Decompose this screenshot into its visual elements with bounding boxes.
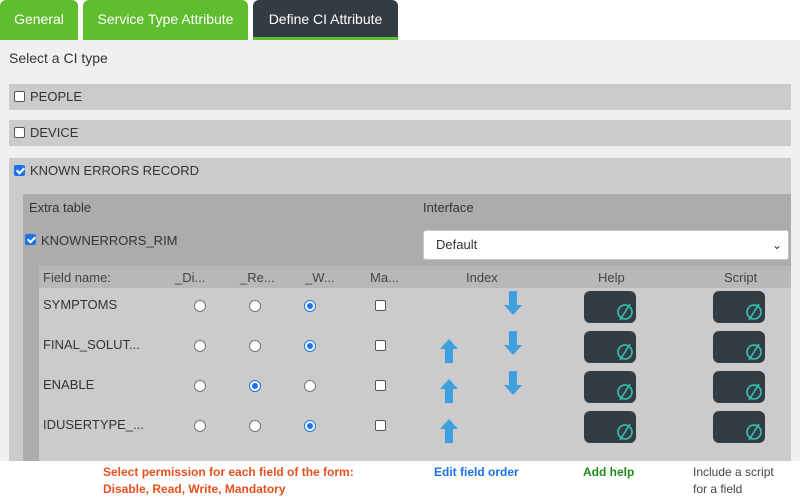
tab-service-type-attribute[interactable]: Service Type Attribute: [83, 0, 248, 40]
annotation-script: Include a script for a field: [693, 464, 774, 498]
help-button[interactable]: [584, 291, 636, 323]
col-write: _W...: [305, 270, 335, 285]
field-name: IDUSERTYPE_...: [43, 417, 144, 432]
annotation-order: Edit field order: [434, 465, 519, 479]
col-field-name: Field name:: [43, 270, 111, 285]
content-panel: Select a CI type PEOPLE DEVICE KNOWN ERR…: [0, 40, 800, 461]
field-name: FINAL_SOLUT...: [43, 337, 140, 352]
ci-type-people[interactable]: PEOPLE: [9, 84, 791, 110]
ci-type-device[interactable]: DEVICE: [9, 120, 791, 146]
col-index: Index: [466, 270, 498, 285]
tab-general[interactable]: General: [0, 0, 78, 40]
col-read: _Re...: [240, 270, 275, 285]
read-radio[interactable]: [249, 380, 261, 392]
annotation-script-line2: for a field: [693, 482, 743, 496]
write-radio[interactable]: [304, 380, 316, 392]
ci-type-known-errors: KNOWN ERRORS RECORD Extra table Interfac…: [9, 158, 791, 461]
tab-bar: General Service Type Attribute Define CI…: [0, 0, 800, 40]
extra-table-header: Extra table: [29, 200, 92, 215]
help-button[interactable]: [584, 371, 636, 403]
arrow-up-icon[interactable]: [440, 419, 458, 443]
ci-type-people-checkbox[interactable]: [14, 91, 25, 102]
help-button[interactable]: [584, 411, 636, 443]
chevron-down-icon: ⌄: [771, 238, 782, 252]
disable-radio[interactable]: [194, 420, 206, 432]
disable-radio[interactable]: [194, 300, 206, 312]
arrow-up-icon[interactable]: [440, 379, 458, 403]
col-mandatory: Ma...: [370, 270, 399, 285]
ci-type-known-errors-checkbox[interactable]: [14, 165, 25, 176]
tab-service-type-attribute-label: Service Type Attribute: [97, 11, 234, 27]
read-radio[interactable]: [249, 420, 261, 432]
write-radio[interactable]: [304, 420, 316, 432]
annotation-permissions-line1: Select permission for each field of the …: [103, 465, 354, 479]
annotation-permissions-line2: Disable, Read, Write, Mandatory: [103, 482, 286, 496]
mandatory-checkbox[interactable]: [375, 380, 386, 391]
disable-radio[interactable]: [194, 340, 206, 352]
arrow-down-icon[interactable]: [504, 291, 522, 315]
col-script: Script: [724, 270, 758, 285]
ci-type-known-errors-label: KNOWN ERRORS RECORD: [30, 163, 200, 178]
mandatory-checkbox[interactable]: [375, 340, 386, 351]
arrow-up-icon[interactable]: [440, 339, 458, 363]
table-checkbox[interactable]: [25, 234, 36, 245]
select-ci-type-label: Select a CI type: [9, 50, 108, 66]
interface-select-value: Default: [436, 237, 478, 252]
arrow-down-icon[interactable]: [504, 371, 522, 395]
field-name: ENABLE: [43, 377, 95, 392]
annotation-help: Add help: [583, 465, 635, 479]
help-button[interactable]: [584, 331, 636, 363]
arrow-down-icon[interactable]: [504, 331, 522, 355]
mandatory-checkbox[interactable]: [375, 300, 386, 311]
ci-type-device-label: DEVICE: [30, 125, 79, 140]
annotation-script-line1: Include a script: [693, 465, 774, 479]
tab-general-label: General: [14, 11, 64, 27]
write-radio[interactable]: [304, 340, 316, 352]
script-button[interactable]: [713, 331, 765, 363]
ci-detail-panel: Extra table Interface KNOWNERRORS_RIM De…: [23, 194, 791, 461]
mandatory-checkbox[interactable]: [375, 420, 386, 431]
script-button[interactable]: [713, 291, 765, 323]
read-radio[interactable]: [249, 340, 261, 352]
tab-define-ci-attribute[interactable]: Define CI Attribute: [253, 0, 398, 40]
annotation-permissions: Select permission for each field of the …: [103, 464, 354, 498]
script-button[interactable]: [713, 371, 765, 403]
write-radio[interactable]: [304, 300, 316, 312]
script-button[interactable]: [713, 411, 765, 443]
disable-radio[interactable]: [194, 380, 206, 392]
interface-select[interactable]: Default ⌄: [423, 230, 789, 260]
tab-define-ci-attribute-label: Define CI Attribute: [268, 11, 383, 27]
read-radio[interactable]: [249, 300, 261, 312]
col-disable: _Di...: [175, 270, 206, 285]
fields-table: Field name: _Di... _Re... _W... Ma... In…: [39, 266, 791, 461]
field-name: SYMPTOMS: [43, 297, 118, 312]
ci-type-people-label: PEOPLE: [30, 89, 83, 104]
table-name: KNOWNERRORS_RIM: [41, 233, 178, 248]
col-help: Help: [598, 270, 625, 285]
interface-header: Interface: [423, 200, 474, 215]
fields-table-header: Field name: _Di... _Re... _W... Ma... In…: [39, 266, 791, 288]
ci-type-device-checkbox[interactable]: [14, 127, 25, 138]
